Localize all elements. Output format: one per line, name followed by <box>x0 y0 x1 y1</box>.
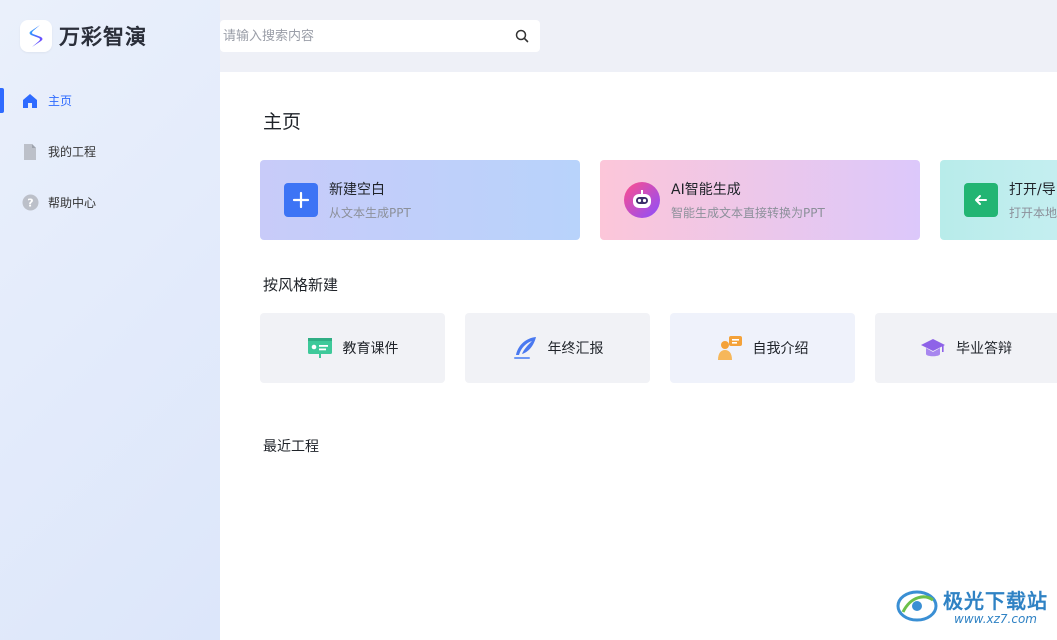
style-card-label: 年终汇报 <box>547 341 604 357</box>
card-title: 打开/导 <box>1009 182 1056 198</box>
sidebar-item-help[interactable]: ? 帮助中心 <box>0 188 220 217</box>
sidebar-nav: 主页 我的工程 ? 帮助中心 <box>0 86 220 239</box>
watermark-url: www.xz7.com <box>954 612 1037 626</box>
page-title: 主页 <box>263 111 302 133</box>
app-logo: 万彩智演 <box>20 20 147 52</box>
style-card-self-intro[interactable]: 自我介绍 <box>670 313 855 383</box>
style-card-education[interactable]: 教育课件 <box>260 313 445 383</box>
import-icon <box>964 183 998 217</box>
presentation-board-icon <box>307 335 333 361</box>
card-subtitle: 智能生成文本直接转换为PPT <box>671 206 825 220</box>
watermark-logo-icon <box>895 586 939 630</box>
open-import-card[interactable]: 打开/导 打开本地 <box>940 160 1057 240</box>
sidebar-item-label: 我的工程 <box>48 145 97 159</box>
recent-projects-title: 最近工程 <box>263 439 319 455</box>
search-box <box>220 20 540 52</box>
document-icon <box>21 143 39 161</box>
home-icon <box>21 92 39 110</box>
new-blank-card[interactable]: 新建空白 从文本生成PPT <box>260 160 580 240</box>
style-card-label: 教育课件 <box>342 341 399 357</box>
graduation-cap-icon <box>920 335 946 361</box>
search-icon[interactable] <box>514 28 530 44</box>
card-title: 新建空白 <box>329 182 385 198</box>
watermark-text: 极光下载站 <box>943 589 1048 613</box>
feather-pen-icon <box>512 335 538 361</box>
sidebar-item-projects[interactable]: 我的工程 <box>0 137 220 166</box>
ai-generate-card[interactable]: AI智能生成 智能生成文本直接转换为PPT <box>600 160 920 240</box>
svg-text:?: ? <box>27 197 33 210</box>
sidebar: 万彩智演 主页 我的工程 ? 帮助中心 <box>0 0 220 640</box>
logo-icon <box>20 20 52 52</box>
card-subtitle: 打开本地 <box>1009 206 1057 220</box>
card-title: AI智能生成 <box>671 182 741 198</box>
person-speech-icon <box>717 335 743 361</box>
top-bar <box>220 0 1057 72</box>
sidebar-item-label: 主页 <box>48 94 73 108</box>
card-subtitle: 从文本生成PPT <box>329 206 411 220</box>
style-card-graduation[interactable]: 毕业答辩 <box>875 313 1057 383</box>
style-card-label: 毕业答辩 <box>956 341 1012 357</box>
style-card-annual-report[interactable]: 年终汇报 <box>465 313 650 383</box>
watermark: 极光下载站 www.xz7.com <box>895 586 1048 630</box>
style-card-label: 自我介绍 <box>752 341 809 357</box>
style-section-title: 按风格新建 <box>263 276 339 294</box>
sidebar-item-home[interactable]: 主页 <box>0 86 220 115</box>
plus-icon <box>284 183 318 217</box>
robot-icon <box>624 182 660 218</box>
search-input[interactable] <box>220 27 505 45</box>
app-name: 万彩智演 <box>59 25 147 49</box>
sidebar-item-label: 帮助中心 <box>48 196 97 210</box>
help-icon: ? <box>21 194 39 212</box>
main-panel: 主页 新建空白 从文本生成PPT AI智能生成 智能生成文本直接转换为PPT 打… <box>220 72 1057 640</box>
